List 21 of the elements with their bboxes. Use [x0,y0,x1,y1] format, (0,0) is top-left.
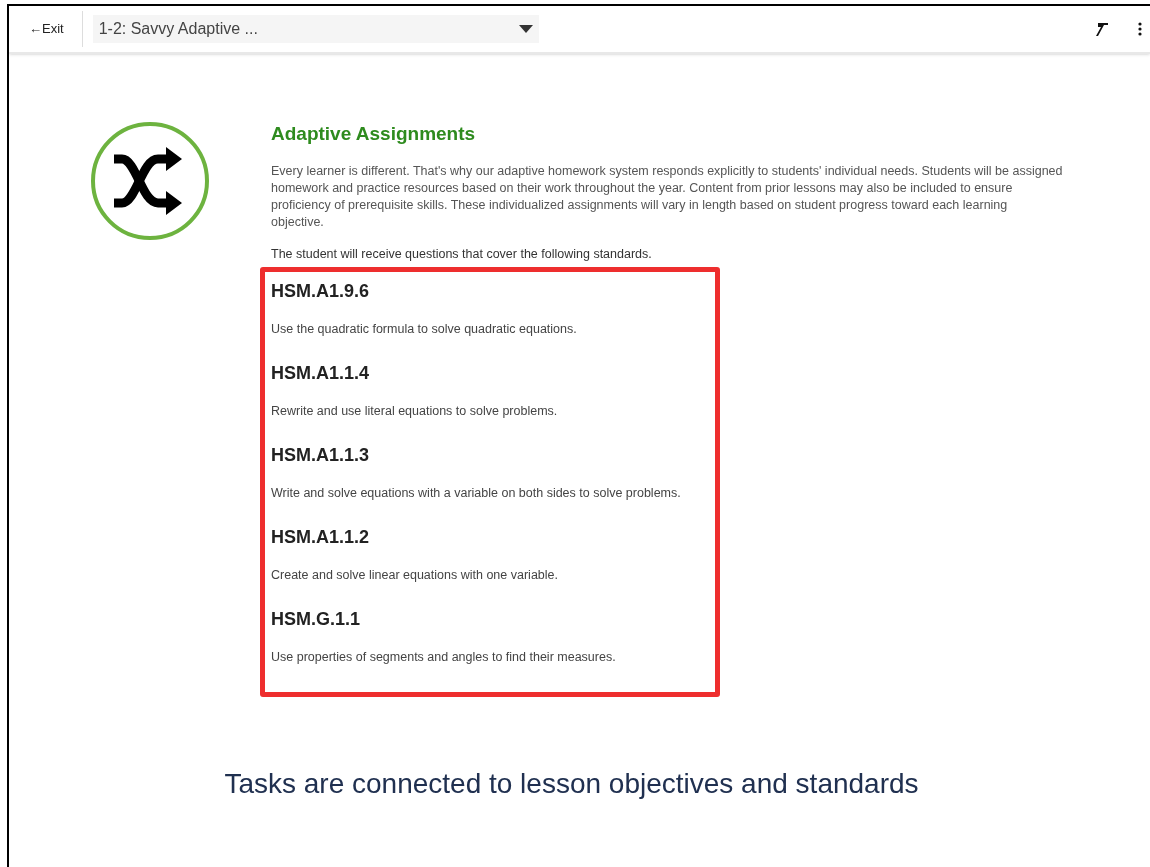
standard-code: HSM.G.1.1 [271,607,362,631]
caret-icon [518,25,533,33]
standard-code: HSM.A1.9.6 [271,279,371,303]
standard-description: Create and solve linear equations with one variable. [271,567,559,585]
standard-description: Use the quadratic formula to solve quadratic equations. [271,321,578,339]
standard-code: HSM.A1.1.3 [271,443,371,467]
shuffle-icon [90,121,210,241]
standard-description: Use properties of segments and angles to find their measures. [271,649,617,667]
standard-description: Rewrite and use literal equations to solve problems. [271,403,559,421]
more-icon[interactable] [1138,22,1142,36]
standard-code: HSM.A1.1.4 [271,361,371,385]
standards-intro: The student will receive questions that cover the following standards. [271,245,653,263]
exit-button[interactable]: ←Exit [27,19,66,39]
caption: Tasks are connected to lesson objectives and standards [223,767,920,802]
description-paragraph: Every learner is different. That's why our adaptive homework system responds explicitly to students' individual needs. Students will be assigned homework and practice resources based on their work throughout the year. Content from prior lessons may also be included to ensure proficiency of prerequisite skills. These individualized assignments will vary in length based on student progress toward each learning objective. [271,162,1064,231]
lesson-title: 1-2: Savvy Adaptive ... [98,19,258,39]
pin-icon[interactable] [1096,21,1110,37]
section-title: Adaptive Assignments [271,122,477,146]
lesson-dropdown[interactable]: 1-2: Savvy Adaptive ... [92,15,539,43]
standard-code: HSM.A1.1.2 [271,525,371,549]
standard-description: Write and solve equations with a variable on both sides to solve problems. [271,485,682,503]
